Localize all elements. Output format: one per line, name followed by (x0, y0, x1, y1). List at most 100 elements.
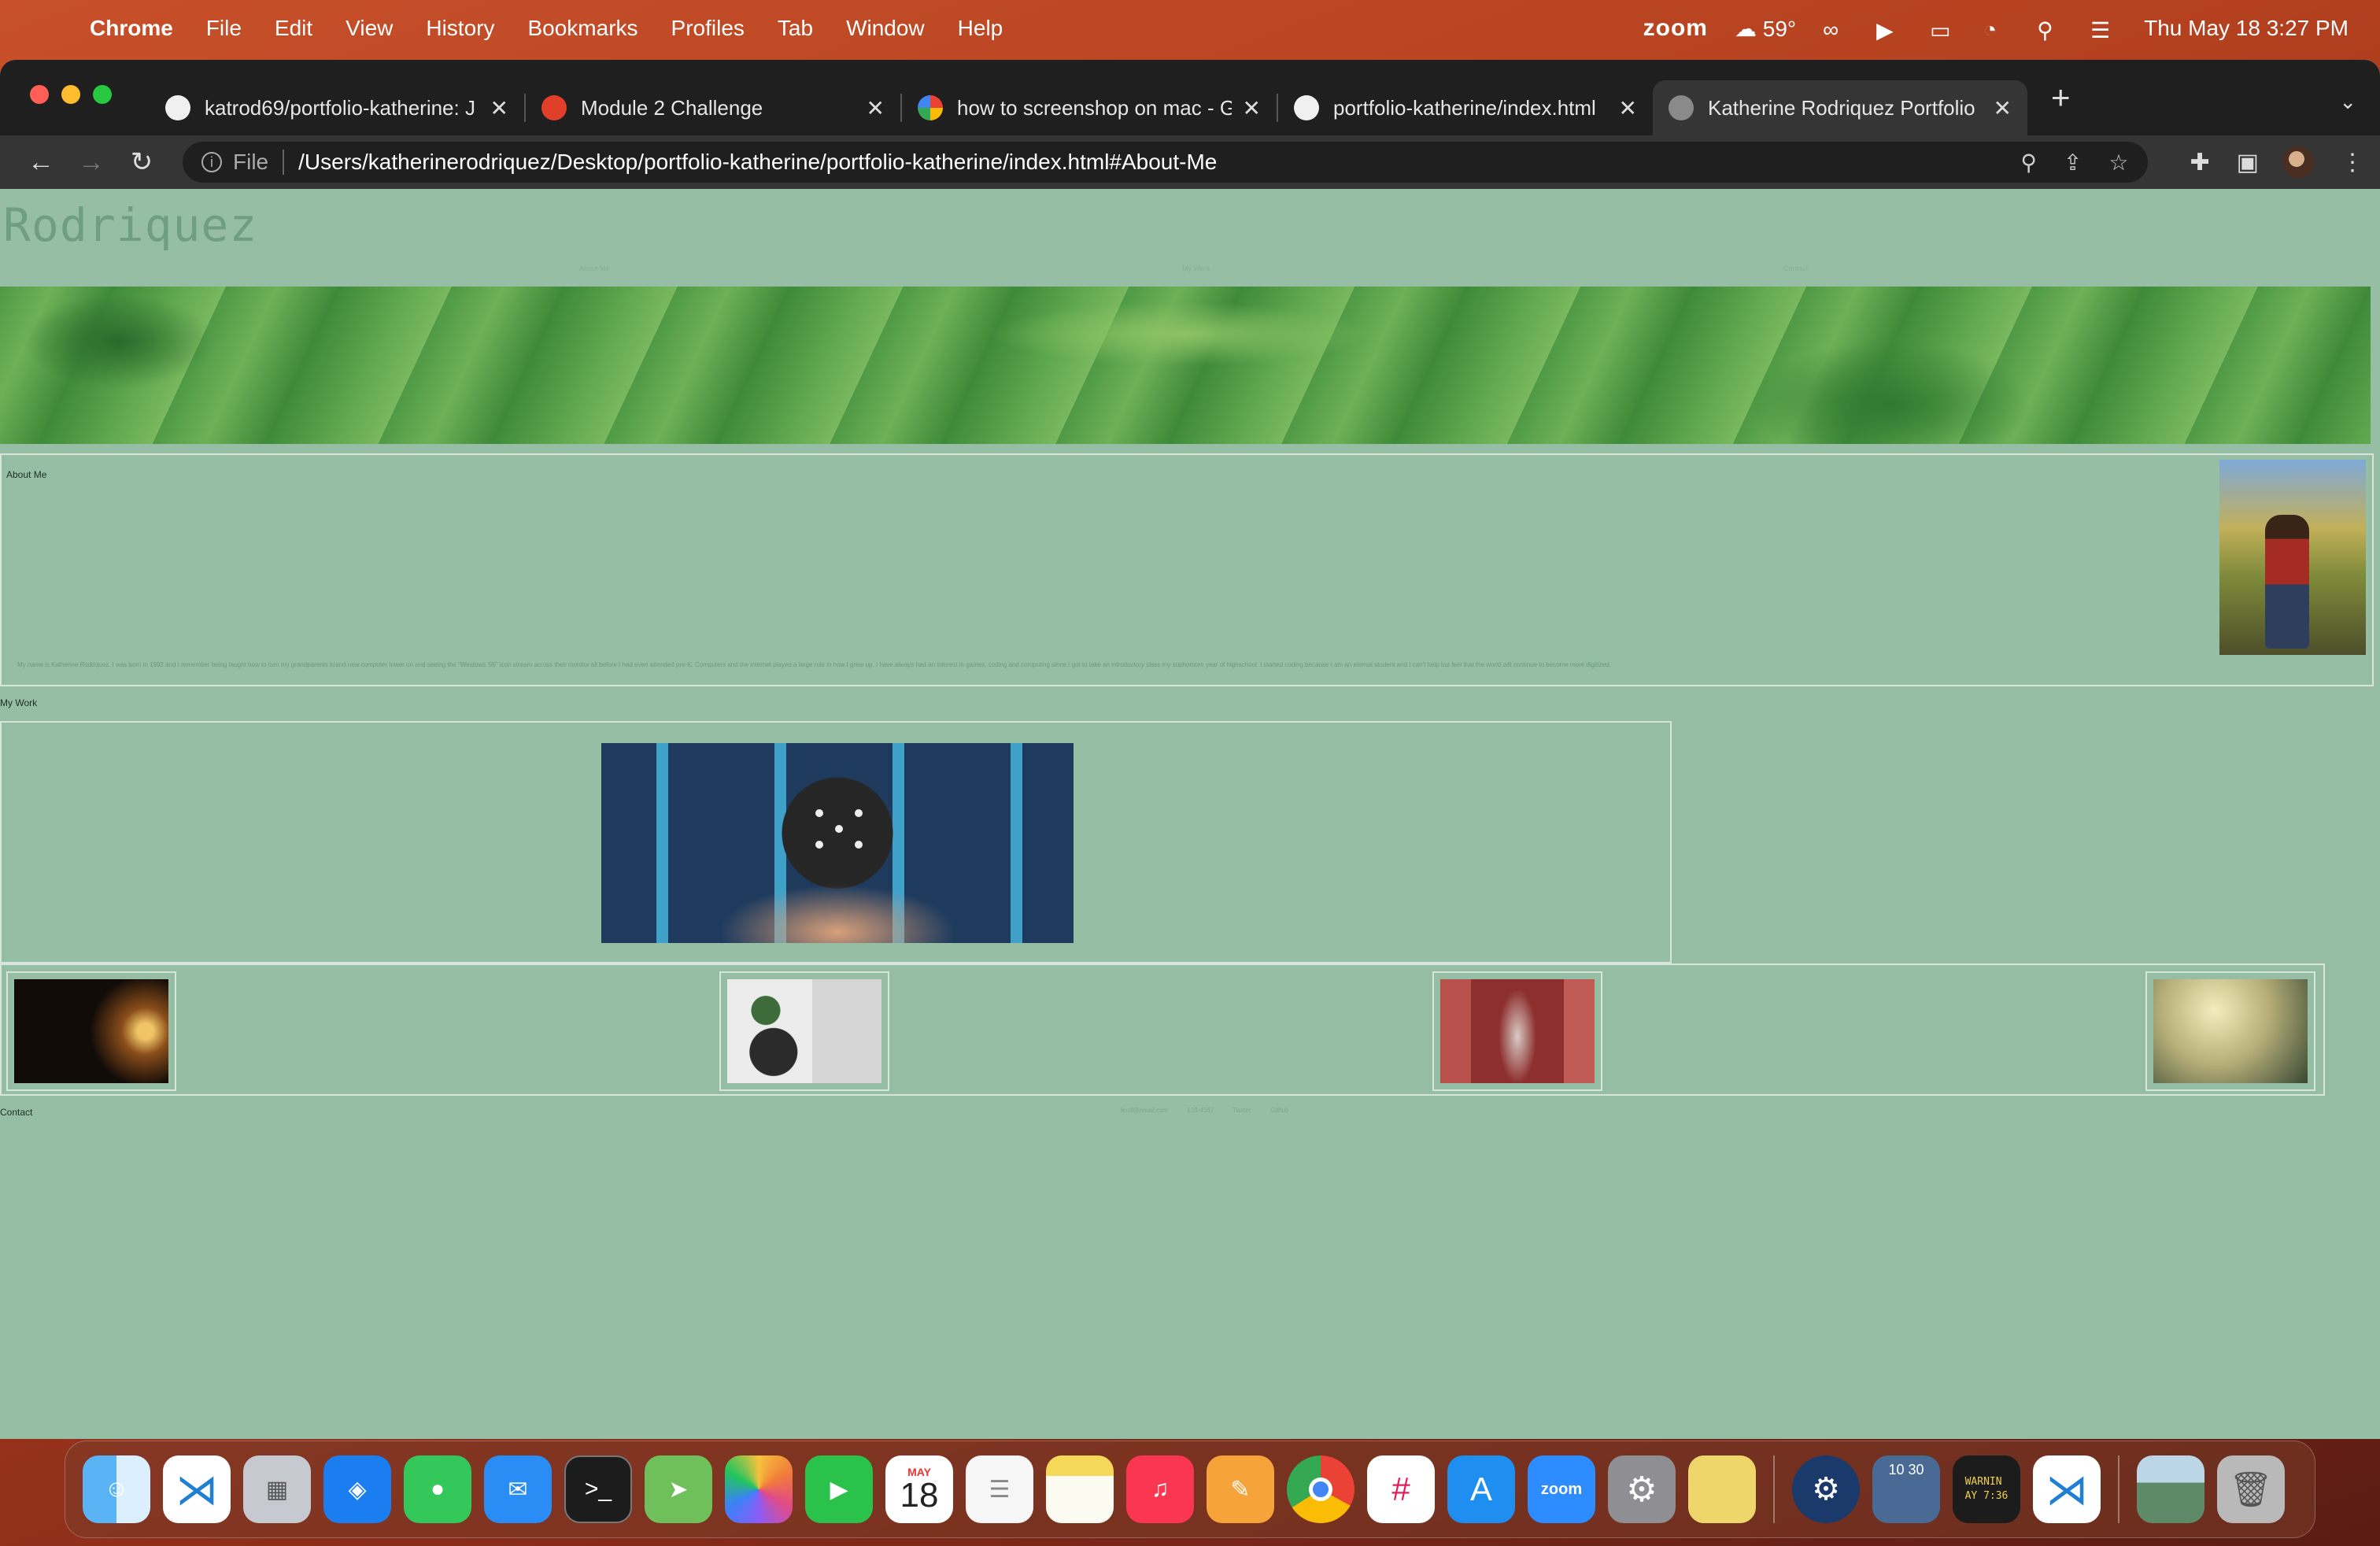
profile-photo (2219, 460, 2366, 655)
dock-separator (2118, 1455, 2119, 1523)
console-icon[interactable]: WARNIN AY 7:36 (1953, 1455, 2020, 1523)
browser-window: katrod69/portfolio-katherine: J ✕ Module… (0, 60, 2380, 1439)
control-center-icon[interactable]: ☰ (2090, 17, 2117, 43)
clock-widget-icon[interactable]: 10 30 (1872, 1455, 1940, 1523)
project-thumb-bulb[interactable] (6, 971, 176, 1091)
close-icon[interactable]: ✕ (490, 95, 508, 121)
menu-profiles[interactable]: Profiles (671, 16, 745, 41)
project-thumb-haze[interactable] (2145, 971, 2315, 1091)
weather-status[interactable]: ☁ 59° (1735, 16, 1796, 42)
downloads-stack-icon[interactable] (2137, 1455, 2204, 1523)
address-bar[interactable]: i File /Users/katherinerodriquez/Desktop… (183, 142, 2148, 183)
calendar-day: 18 (900, 1476, 939, 1515)
menu-history[interactable]: History (426, 16, 494, 41)
tab-strip: katrod69/portfolio-katherine: J ✕ Module… (0, 60, 2380, 135)
menu-edit[interactable]: Edit (275, 16, 312, 41)
menu-window[interactable]: Window (846, 16, 925, 41)
project-thumb-hallway[interactable] (1432, 971, 1602, 1091)
tab-google-search[interactable]: how to screenshop on mac - G ✕ (902, 80, 1277, 135)
maps-icon[interactable]: ➤ (645, 1455, 712, 1523)
nav-link-contact[interactable]: Contact (1783, 264, 1808, 272)
mail-icon[interactable]: ✉ (484, 1455, 552, 1523)
reminders-icon[interactable]: ☰ (966, 1455, 1033, 1523)
tab-github-repo[interactable]: katrod69/portfolio-katherine: J ✕ (150, 80, 524, 135)
slack-icon[interactable]: # (1367, 1455, 1435, 1523)
tab-github-index[interactable]: portfolio-katherine/index.html ✕ (1278, 80, 1653, 135)
more-menu-icon[interactable]: ⋮ (2341, 149, 2364, 176)
nav-link-about[interactable]: About Me (579, 264, 610, 272)
steam-icon[interactable]: ⚙ (1792, 1455, 1860, 1523)
safari-icon[interactable]: ◈ (323, 1455, 391, 1523)
share-icon[interactable]: ⇪ (2064, 150, 2082, 176)
settings-icon[interactable]: ⚙ (1608, 1455, 1676, 1523)
close-window-button[interactable] (30, 85, 49, 104)
vscode-icon[interactable]: ⋊ (163, 1455, 231, 1523)
finder-icon[interactable]: ☺ (83, 1455, 150, 1523)
launchpad-icon[interactable]: ▦ (243, 1455, 311, 1523)
messages-icon[interactable]: ● (404, 1455, 471, 1523)
music-icon[interactable]: ♫ (1126, 1455, 1194, 1523)
extensions-puzzle-icon[interactable]: ✚ (2190, 149, 2210, 176)
tab-title: Katherine Rodriquez Portfolio (1708, 95, 1975, 120)
stickies-icon[interactable] (1688, 1455, 1756, 1523)
close-icon[interactable]: ✕ (1243, 95, 1261, 121)
back-button[interactable]: ← (16, 147, 66, 178)
forward-button[interactable]: → (66, 147, 116, 178)
profile-avatar[interactable] (2282, 146, 2314, 178)
tab-portfolio-active[interactable]: Katherine Rodriquez Portfolio ✕ (1653, 80, 2027, 135)
work-heading: My Work (0, 697, 38, 708)
facetime-icon[interactable]: ▶ (805, 1455, 873, 1523)
google-icon (918, 95, 943, 120)
contact-twitter-link[interactable]: Twitter (1232, 1107, 1251, 1114)
contact-email-link[interactable]: krod@email.com (1121, 1107, 1168, 1114)
menu-view[interactable]: View (346, 16, 393, 41)
tab-search-chevron-icon[interactable]: ⌄ (2339, 90, 2356, 114)
pages-icon[interactable]: ✎ (1207, 1455, 1274, 1523)
project-thumb-desk[interactable] (719, 971, 889, 1091)
bookmark-star-icon[interactable]: ☆ (2108, 150, 2128, 176)
nav-link-work[interactable]: My Work (1182, 264, 1210, 272)
tab-module-challenge[interactable]: Module 2 Challenge ✕ (526, 80, 900, 135)
photos-icon[interactable] (725, 1455, 793, 1523)
new-tab-button[interactable]: + (2051, 79, 2071, 117)
close-icon[interactable]: ✕ (1994, 95, 2012, 121)
spotlight-search-icon[interactable]: ⚲ (2037, 17, 2064, 43)
wifi-icon[interactable]: ◔ (1983, 17, 2010, 42)
clock[interactable]: Thu May 18 3:27 PM (2144, 16, 2349, 41)
site-info-icon[interactable]: i (201, 152, 222, 172)
contact-phone-link[interactable]: 123-4567 (1187, 1107, 1214, 1114)
zoom-window-button[interactable] (93, 85, 112, 104)
appstore-icon[interactable]: A (1447, 1455, 1515, 1523)
calendar-icon[interactable]: MAY 18 (885, 1455, 953, 1523)
vscode-alt-icon[interactable]: ⋊ (2033, 1455, 2101, 1523)
side-panel-icon[interactable]: ▣ (2237, 149, 2259, 176)
canvas-icon (541, 95, 567, 120)
contact-github-link[interactable]: Github (1270, 1107, 1289, 1114)
trash-icon[interactable]: 🗑 (2217, 1455, 2285, 1523)
zoom-magnifier-icon[interactable]: ⚲ (2020, 150, 2037, 176)
github-icon (1294, 95, 1319, 120)
notes-icon[interactable] (1046, 1455, 1114, 1523)
close-icon[interactable]: ✕ (867, 95, 885, 121)
about-section: About Me My name is Katherine Rodriquez.… (0, 453, 2374, 686)
menu-tab[interactable]: Tab (778, 16, 813, 41)
project-thumbnails (0, 963, 2325, 1096)
play-icon[interactable]: ▶ (1876, 17, 1903, 43)
battery-icon[interactable]: ▭ (1930, 17, 1957, 43)
menu-app-name[interactable]: Chrome (90, 16, 173, 41)
minimize-window-button[interactable] (61, 85, 80, 104)
zoom-icon[interactable]: zoom (1528, 1455, 1595, 1523)
address-url[interactable]: /Users/katherinerodriquez/Desktop/portfo… (298, 150, 1994, 175)
terminal-icon[interactable]: >_ (564, 1455, 632, 1523)
featured-project-image-dice[interactable] (601, 743, 1074, 943)
chrome-icon[interactable] (1287, 1455, 1354, 1523)
close-icon[interactable]: ✕ (1619, 95, 1637, 121)
webpage: Rodriquez About Me My Work Contact About… (0, 189, 2380, 1439)
menu-bookmarks[interactable]: Bookmarks (527, 16, 638, 41)
globe-icon (1669, 95, 1694, 120)
menu-help[interactable]: Help (958, 16, 1003, 41)
zoom-status-item[interactable]: zoom (1643, 15, 1708, 42)
meta-app-icon[interactable]: ∞ (1823, 17, 1850, 42)
reload-button[interactable]: ↻ (116, 146, 167, 178)
menu-file[interactable]: File (206, 16, 242, 41)
